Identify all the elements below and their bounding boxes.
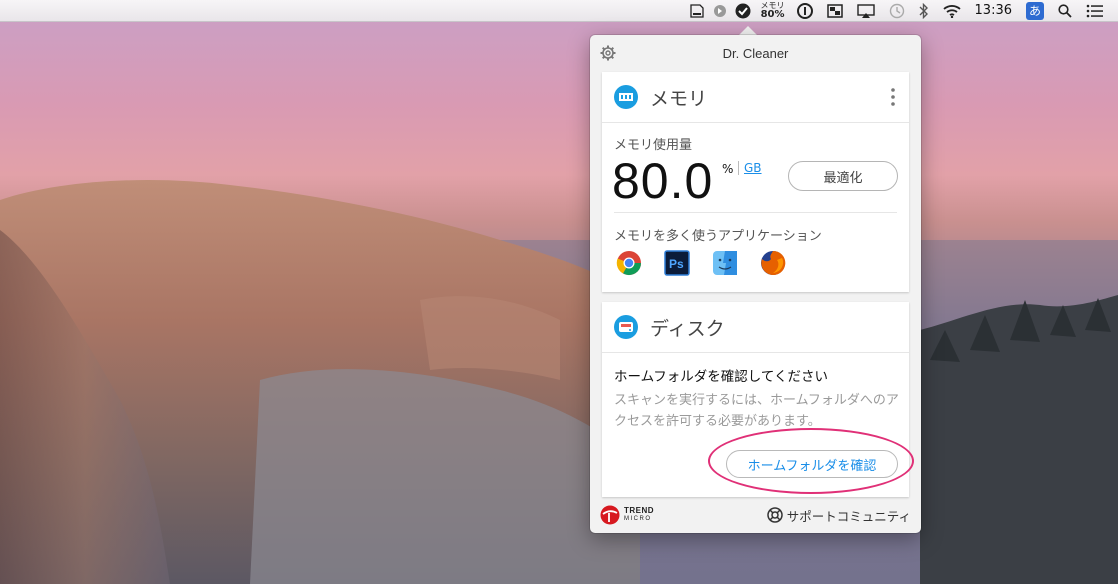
- unit-percent-toggle[interactable]: %: [722, 162, 733, 176]
- disk-description: スキャンを実行するには、ホームフォルダへのアクセスを許可する必要があります。: [614, 393, 899, 429]
- support-community-label: サポートコミュニティ: [786, 508, 911, 524]
- wifi-icon[interactable]: [942, 0, 961, 22]
- memory-card: メモリ メモリ使用量 80.0 % GB 最適化 メモリを多く使うアプリケーショ…: [602, 72, 909, 292]
- brand-line2: MICRO: [624, 516, 652, 522]
- time-machine-icon[interactable]: [889, 0, 905, 22]
- firefox-app-icon[interactable]: [760, 250, 786, 276]
- unit-separator: [738, 161, 739, 175]
- brand-line1: TREND: [624, 506, 655, 515]
- memory-usage-value: 80.0: [612, 153, 714, 209]
- svg-text:Ps: Ps: [669, 257, 684, 271]
- trend-micro-logo[interactable]: TREND MICRO: [600, 505, 654, 525]
- memory-divider: [614, 212, 897, 213]
- unit-gb-toggle[interactable]: GB: [744, 161, 762, 175]
- memory-apps-label: メモリを多く使うアプリケーション: [614, 229, 822, 244]
- highlight-annotation-ring: [708, 428, 914, 494]
- support-community-link[interactable]: サポートコミュニティ: [766, 506, 911, 525]
- photoshop-app-icon[interactable]: Ps: [664, 250, 690, 276]
- airplay-icon[interactable]: [856, 0, 875, 22]
- memory-card-header: メモリ: [602, 72, 909, 123]
- spotlight-icon[interactable]: [1058, 0, 1072, 22]
- dr-cleaner-icon[interactable]: [735, 0, 751, 22]
- finder-app-icon[interactable]: [712, 250, 738, 276]
- bluetooth-icon[interactable]: [919, 0, 929, 22]
- memory-chip-icon: [614, 85, 638, 109]
- notification-list-icon[interactable]: [1086, 0, 1104, 22]
- disk-card-title: ディスク: [650, 317, 725, 340]
- popover-header: Dr. Cleaner: [590, 35, 921, 71]
- display-icon[interactable]: [826, 0, 843, 22]
- menu-bar: メモリ 80% 13:36 あ: [0, 0, 1118, 22]
- clock[interactable]: 13:36: [975, 0, 1012, 22]
- lifebuoy-icon: [766, 507, 783, 523]
- disk-heading: ホームフォルダを確認してください: [614, 369, 828, 385]
- memory-status[interactable]: メモリ 80%: [761, 1, 785, 20]
- memory-status-percent: 80%: [760, 9, 785, 20]
- info-lock-icon[interactable]: [796, 0, 813, 22]
- optimize-button[interactable]: 最適化: [788, 161, 898, 191]
- memory-apps-list: Ps: [616, 250, 786, 276]
- input-method-label: あ: [1026, 1, 1044, 20]
- disk-card-header: ディスク: [602, 302, 909, 353]
- popover-title: Dr. Cleaner: [722, 45, 789, 61]
- trend-micro-ball-icon: [600, 505, 620, 525]
- memory-card-title: メモリ: [650, 87, 708, 110]
- gear-icon[interactable]: [600, 45, 616, 61]
- memory-usage-label: メモリ使用量: [614, 138, 693, 153]
- more-options-icon[interactable]: [891, 88, 895, 106]
- chrome-app-icon[interactable]: [616, 250, 642, 276]
- popover-footer: TREND MICRO サポートコミュニティ: [590, 497, 921, 533]
- circle-arrow-icon[interactable]: [713, 0, 727, 22]
- disk-icon[interactable]: [689, 0, 705, 22]
- input-method-menu[interactable]: あ: [1026, 0, 1044, 22]
- disk-drive-icon: [614, 315, 638, 339]
- wallpaper-landscape: [0, 180, 1118, 584]
